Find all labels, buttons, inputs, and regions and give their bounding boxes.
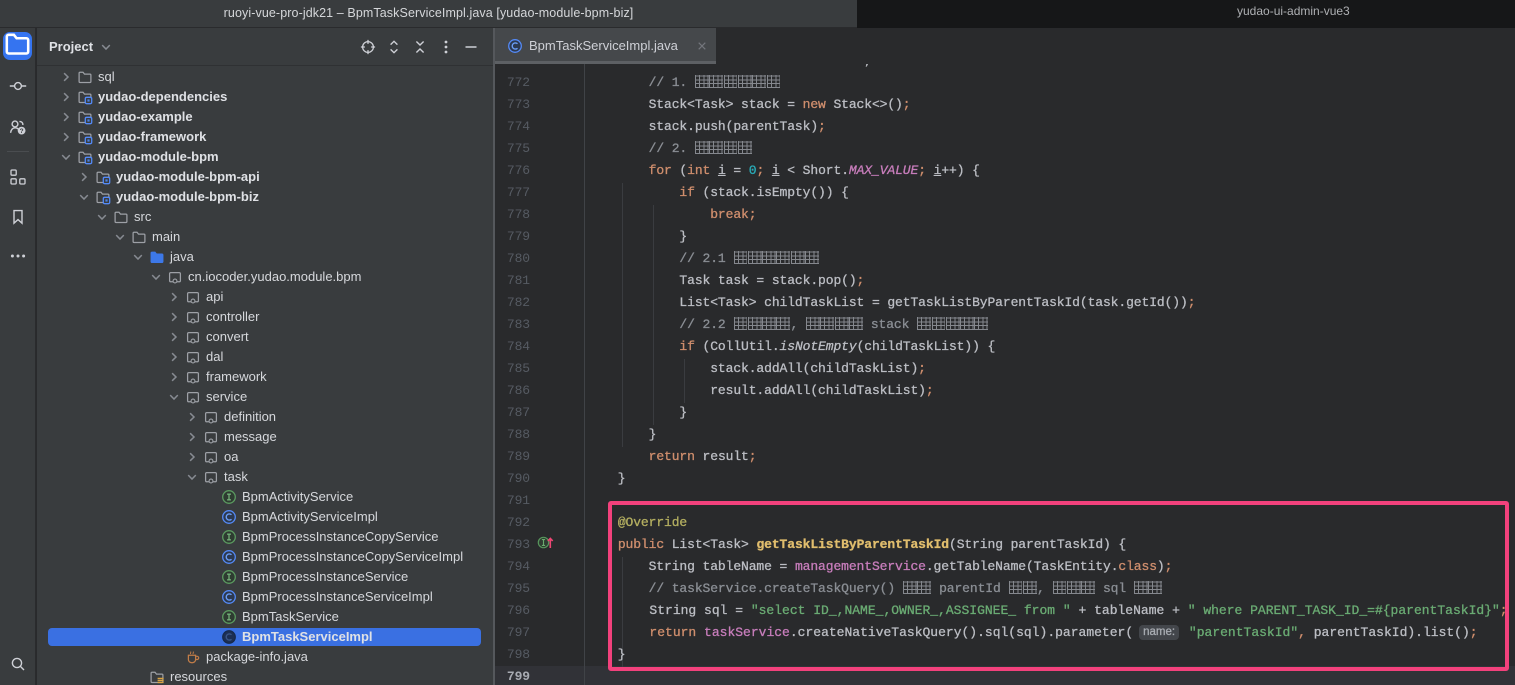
svg-text:?: ?	[20, 128, 24, 135]
